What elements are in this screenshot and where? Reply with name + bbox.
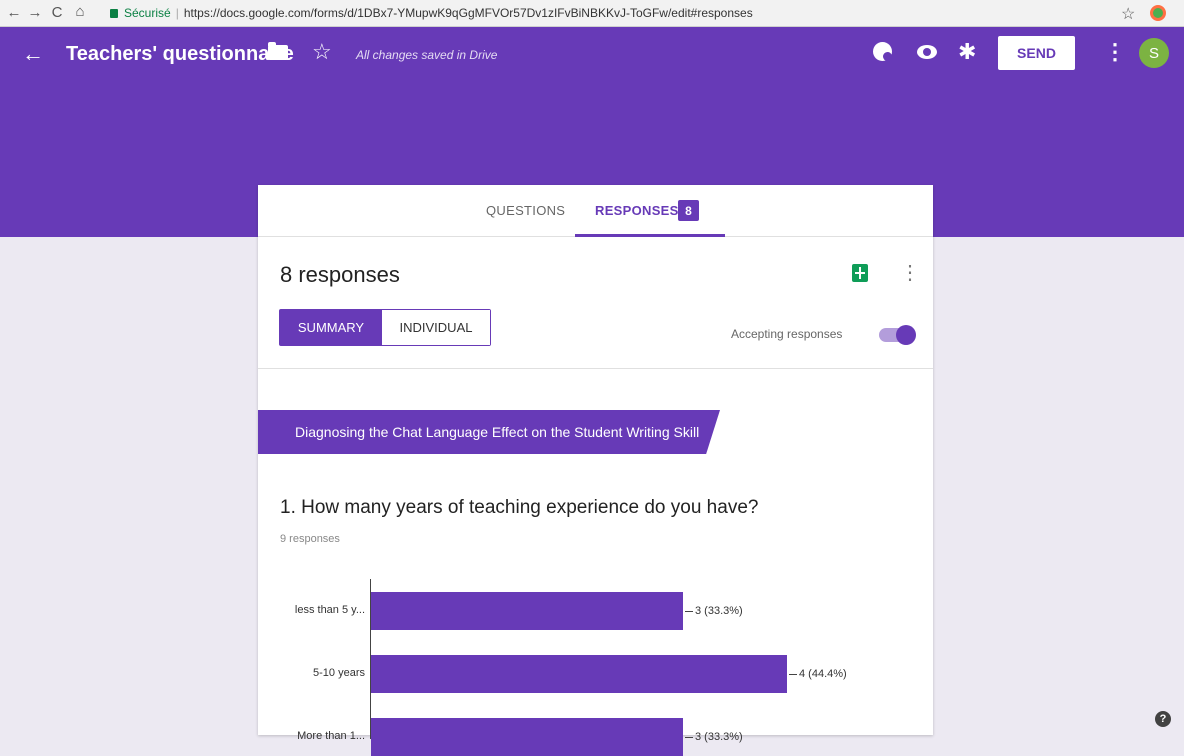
preview-eye-icon[interactable] bbox=[917, 45, 937, 59]
accepting-responses-toggle[interactable] bbox=[879, 325, 916, 345]
section-banner: Diagnosing the Chat Language Effect on t… bbox=[258, 410, 720, 454]
palette-icon[interactable] bbox=[873, 42, 892, 61]
url-separator: | bbox=[175, 6, 179, 20]
back-icon[interactable]: ← bbox=[22, 41, 44, 67]
folder-icon[interactable] bbox=[268, 42, 288, 60]
toggle-knob bbox=[896, 325, 916, 345]
secure-label: Sécurisé bbox=[124, 6, 171, 20]
home-icon[interactable]: ⌂ bbox=[70, 3, 90, 20]
help-icon[interactable]: ? bbox=[1155, 711, 1171, 727]
view-toggle: SUMMARY INDIVIDUAL bbox=[279, 309, 491, 346]
bookmark-star-icon[interactable]: ☆ bbox=[1121, 4, 1135, 24]
individual-tab-button[interactable]: INDIVIDUAL bbox=[382, 310, 490, 345]
responses-card: QUESTIONS RESPONSES 8 8 responses ⋮ SUMM… bbox=[258, 185, 933, 756]
save-status: All changes saved in Drive bbox=[356, 48, 498, 62]
category-label: less than 5 y... bbox=[294, 604, 365, 616]
bar[interactable] bbox=[371, 592, 683, 630]
send-button[interactable]: SEND bbox=[998, 36, 1075, 70]
back-arrow-icon[interactable]: ← bbox=[4, 4, 24, 21]
responses-count-badge: 8 bbox=[678, 200, 699, 221]
section-title: Diagnosing the Chat Language Effect on t… bbox=[295, 424, 700, 440]
star-icon[interactable]: ☆ bbox=[312, 39, 332, 65]
top-app-bar: ← Teachers' questionnaire ☆ All changes … bbox=[0, 27, 1184, 83]
browser-address-bar: ← → C ⌂ Sécurisé | https://docs.google.c… bbox=[0, 0, 1184, 27]
tab-responses[interactable]: RESPONSES bbox=[595, 203, 679, 218]
category-label: 5-10 years bbox=[313, 667, 365, 679]
forward-arrow-icon[interactable]: → bbox=[25, 4, 45, 21]
category-label: More than 1... bbox=[297, 730, 365, 742]
sheets-icon[interactable] bbox=[852, 264, 868, 282]
question-title: 1. How many years of teaching experience… bbox=[280, 497, 759, 518]
more-menu-icon[interactable]: ⋮ bbox=[1104, 39, 1126, 65]
accepting-responses-label: Accepting responses bbox=[731, 327, 843, 341]
tab-questions[interactable]: QUESTIONS bbox=[486, 203, 565, 218]
url-text: https://docs.google.com/forms/d/1DBx7-YM… bbox=[183, 6, 753, 20]
extension-icon[interactable] bbox=[1150, 5, 1166, 21]
avatar[interactable]: S bbox=[1139, 38, 1169, 68]
bar[interactable] bbox=[371, 718, 683, 756]
tab-bar: QUESTIONS RESPONSES 8 bbox=[258, 185, 933, 237]
question-response-count: 9 responses bbox=[280, 533, 340, 545]
active-tab-indicator bbox=[575, 234, 725, 237]
bar[interactable] bbox=[371, 655, 787, 693]
bar-value-label: 3 (33.3%) bbox=[685, 605, 743, 617]
lock-icon bbox=[110, 8, 118, 18]
bar-chart: less than 5 y... 3 (33.3%) 5-10 years 4 (44… bbox=[258, 565, 933, 756]
summary-tab-button[interactable]: SUMMARY bbox=[280, 310, 382, 345]
reload-icon[interactable]: C bbox=[47, 4, 67, 21]
bar-value-label: 4 (44.4%) bbox=[789, 668, 847, 680]
bar-value-label: 3 (33.3%) bbox=[685, 731, 743, 743]
url-field[interactable]: Sécurisé | https://docs.google.com/forms… bbox=[110, 3, 1110, 23]
settings-gear-icon[interactable]: ✱ bbox=[958, 39, 976, 65]
response-count-title: 8 responses bbox=[280, 262, 400, 287]
divider bbox=[258, 368, 933, 369]
card-more-icon[interactable]: ⋮ bbox=[900, 260, 920, 285]
form-title[interactable]: Teachers' questionnaire bbox=[66, 43, 294, 66]
